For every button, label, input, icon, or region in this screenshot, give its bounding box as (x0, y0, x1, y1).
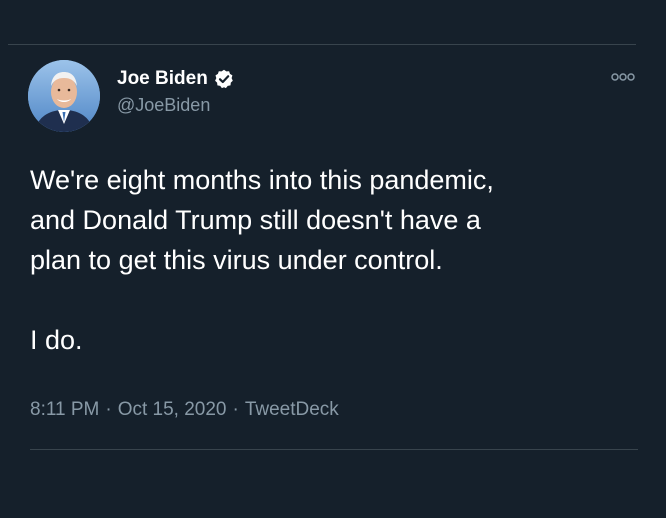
avatar[interactable] (28, 60, 100, 132)
tweet-text-line: and Donald Trump still doesn't have a (30, 205, 481, 235)
tweet-text-line: We're eight months into this pandemic, (30, 165, 494, 195)
more-options-icon[interactable] (611, 71, 635, 83)
tweet-text: We're eight months into this pandemic, a… (30, 160, 650, 360)
separator: · (105, 399, 112, 420)
author-display-name[interactable]: Joe Biden (117, 68, 208, 90)
author-name-row: Joe Biden (117, 66, 234, 92)
tweet-author: Joe Biden @JoeBiden (117, 66, 234, 116)
author-handle[interactable]: @JoeBiden (117, 95, 234, 116)
top-divider (8, 44, 636, 45)
tweet-source[interactable]: TweetDeck (245, 399, 339, 420)
tweet-date[interactable]: Oct 15, 2020 (118, 399, 227, 420)
tweet-text-line: I do. (30, 325, 83, 355)
tweet-text-line: plan to get this virus under control. (30, 245, 443, 275)
bottom-divider (30, 449, 638, 450)
verified-badge-icon (214, 69, 234, 89)
tweet-time[interactable]: 8:11 PM (30, 399, 99, 420)
separator: · (232, 399, 239, 420)
avatar-image (28, 60, 100, 132)
tweet-metadata: 8:11 PM · Oct 15, 2020 · TweetDeck (30, 399, 339, 421)
